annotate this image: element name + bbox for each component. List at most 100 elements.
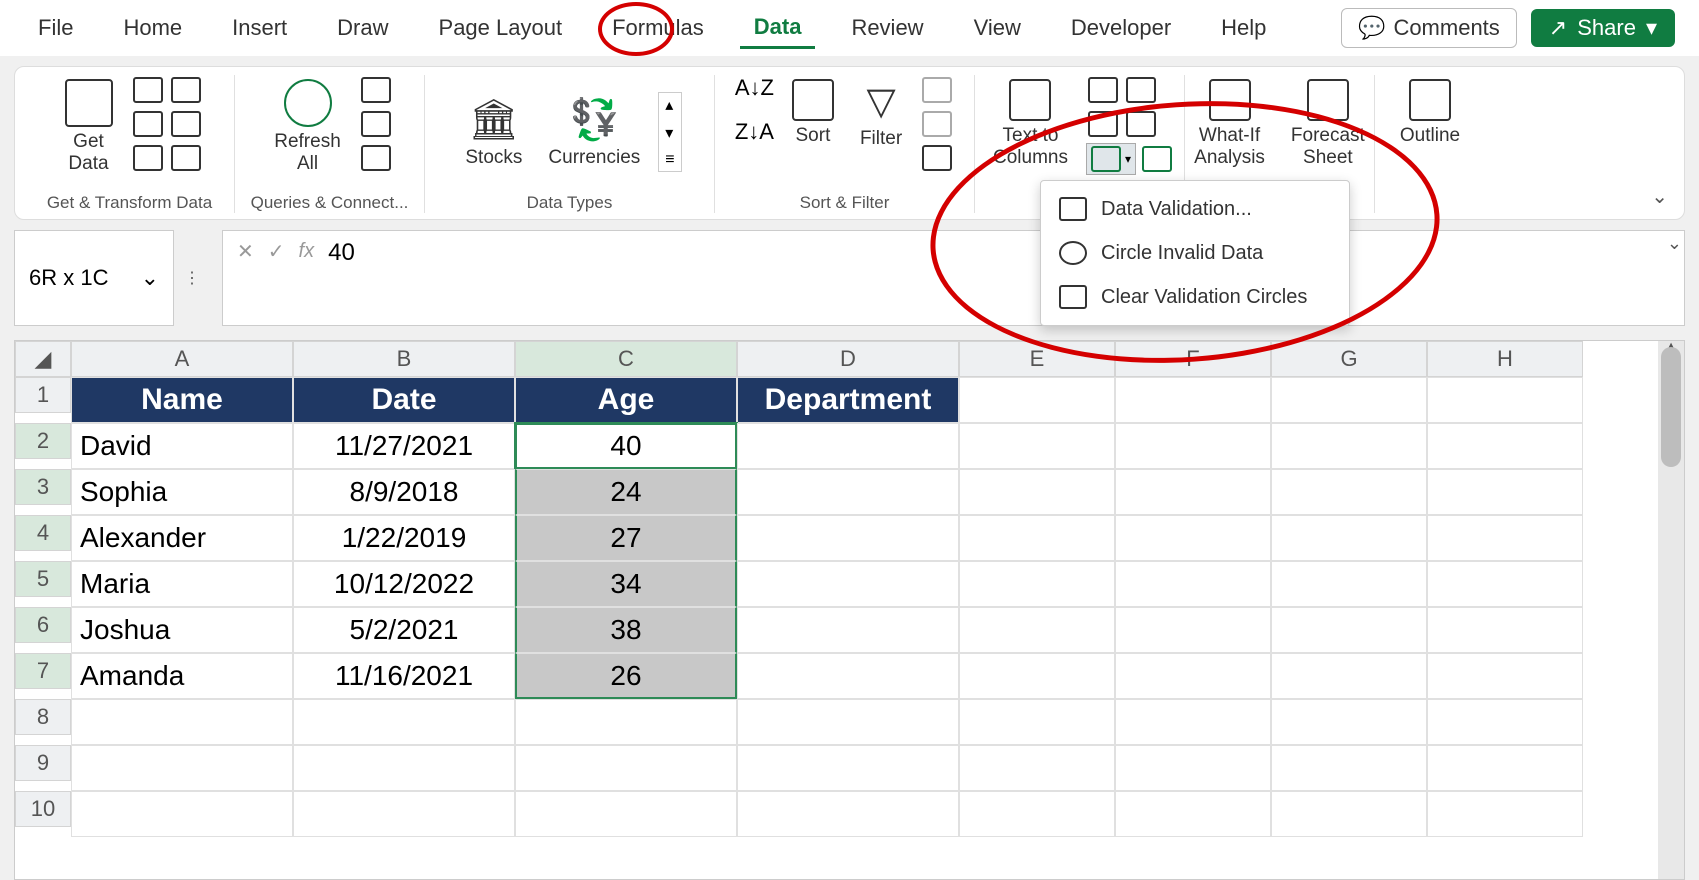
clear-filter-icon[interactable] [922, 77, 952, 103]
cell-A5[interactable]: Maria [71, 561, 293, 607]
col-E[interactable]: E [959, 341, 1115, 377]
cell-B8[interactable] [293, 699, 515, 745]
cell-A1[interactable]: Name [71, 377, 293, 423]
comments-button[interactable]: 💬 Comments [1341, 8, 1517, 48]
sort-button[interactable]: Sort [784, 75, 842, 151]
gallery-up-icon[interactable]: ▴ [659, 93, 680, 117]
what-if-button[interactable]: What-If Analysis [1186, 75, 1273, 173]
row-7[interactable]: 7 [15, 653, 71, 689]
cell-D7[interactable] [737, 653, 959, 699]
filter-button[interactable]: ▽ Filter [852, 75, 910, 154]
cell-G3[interactable] [1271, 469, 1427, 515]
cell-A4[interactable]: Alexander [71, 515, 293, 561]
properties-icon[interactable] [361, 111, 391, 137]
cell-H2[interactable] [1427, 423, 1583, 469]
menu-item-circle-invalid[interactable]: Circle Invalid Data [1041, 231, 1349, 275]
cell-F6[interactable] [1115, 607, 1271, 653]
tab-formulas[interactable]: Formulas [598, 9, 718, 47]
menu-item-clear-circles[interactable]: Clear Validation Circles [1041, 275, 1349, 319]
cell-F9[interactable] [1115, 745, 1271, 791]
row-10[interactable]: 10 [15, 791, 71, 827]
from-table-icon[interactable] [133, 111, 163, 137]
cell-A10[interactable] [71, 791, 293, 837]
cell-G9[interactable] [1271, 745, 1427, 791]
cell-C9[interactable] [515, 745, 737, 791]
cell-F4[interactable] [1115, 515, 1271, 561]
expand-formula-icon[interactable]: ⌄ [1663, 229, 1686, 258]
data-validation-button[interactable]: ▾ [1086, 143, 1136, 175]
cell-D2[interactable] [737, 423, 959, 469]
cell-G6[interactable] [1271, 607, 1427, 653]
cell-H7[interactable] [1427, 653, 1583, 699]
vertical-scrollbar[interactable]: ▲ [1658, 341, 1684, 879]
cell-D8[interactable] [737, 699, 959, 745]
cell-G1[interactable] [1271, 377, 1427, 423]
collapse-ribbon-icon[interactable]: ⌄ [1651, 184, 1668, 209]
col-G[interactable]: G [1271, 341, 1427, 377]
cell-F7[interactable] [1115, 653, 1271, 699]
tab-page-layout[interactable]: Page Layout [425, 9, 577, 47]
cell-H5[interactable] [1427, 561, 1583, 607]
row-6[interactable]: 6 [15, 607, 71, 643]
cell-A8[interactable] [71, 699, 293, 745]
cancel-icon[interactable]: ✕ [237, 239, 254, 264]
cell-A6[interactable]: Joshua [71, 607, 293, 653]
gallery-more-icon[interactable]: ≡ [659, 149, 680, 171]
cell-C8[interactable] [515, 699, 737, 745]
reapply-icon[interactable] [922, 111, 952, 137]
cell-G2[interactable] [1271, 423, 1427, 469]
row-5[interactable]: 5 [15, 561, 71, 597]
col-F[interactable]: F [1115, 341, 1271, 377]
remove-duplicates-icon[interactable] [1126, 77, 1156, 103]
cell-B3[interactable]: 8/9/2018 [293, 469, 515, 515]
col-D[interactable]: D [737, 341, 959, 377]
from-picture-icon[interactable] [171, 145, 201, 171]
cell-F1[interactable] [1115, 377, 1271, 423]
cell-G4[interactable] [1271, 515, 1427, 561]
col-H[interactable]: H [1427, 341, 1583, 377]
formula-bar[interactable]: ✕ ✓ fx 40 ⌄ [222, 230, 1685, 326]
cell-E1[interactable] [959, 377, 1115, 423]
cell-E10[interactable] [959, 791, 1115, 837]
fx-icon[interactable]: fx [299, 240, 315, 263]
sort-desc-icon[interactable]: Z↓A [735, 119, 774, 145]
cell-F5[interactable] [1115, 561, 1271, 607]
cell-C4[interactable]: 27 [515, 515, 737, 561]
enter-icon[interactable]: ✓ [268, 239, 285, 264]
from-web-icon[interactable] [171, 77, 201, 103]
scrollbar-thumb[interactable] [1661, 347, 1681, 467]
recent-sources-icon[interactable] [171, 111, 201, 137]
cell-A9[interactable] [71, 745, 293, 791]
cell-C3[interactable]: 24 [515, 469, 737, 515]
cell-G5[interactable] [1271, 561, 1427, 607]
tab-home[interactable]: Home [109, 9, 196, 47]
row-3[interactable]: 3 [15, 469, 71, 505]
data-model-icon[interactable] [1142, 146, 1172, 172]
cell-H3[interactable] [1427, 469, 1583, 515]
cell-H8[interactable] [1427, 699, 1583, 745]
col-A[interactable]: A [71, 341, 293, 377]
queries-connections-icon[interactable] [361, 77, 391, 103]
cell-D10[interactable] [737, 791, 959, 837]
row-8[interactable]: 8 [15, 699, 71, 735]
cell-B7[interactable]: 11/16/2021 [293, 653, 515, 699]
from-text-icon[interactable] [133, 77, 163, 103]
col-C[interactable]: C [515, 341, 737, 377]
row-2[interactable]: 2 [15, 423, 71, 459]
tab-help[interactable]: Help [1207, 9, 1280, 47]
row-4[interactable]: 4 [15, 515, 71, 551]
cell-B6[interactable]: 5/2/2021 [293, 607, 515, 653]
cell-B5[interactable]: 10/12/2022 [293, 561, 515, 607]
cell-B10[interactable] [293, 791, 515, 837]
gallery-down-icon[interactable]: ▾ [659, 121, 680, 145]
tab-data[interactable]: Data [740, 8, 816, 49]
cell-C10[interactable] [515, 791, 737, 837]
tab-file[interactable]: File [24, 9, 87, 47]
cell-C1[interactable]: Age [515, 377, 737, 423]
cell-C7[interactable]: 26 [515, 653, 737, 699]
cell-H10[interactable] [1427, 791, 1583, 837]
cell-D6[interactable] [737, 607, 959, 653]
select-all-corner[interactable]: ◢ [15, 341, 71, 377]
grid[interactable]: ◢ A B C D E F G H 1 Name Date Age Depart… [15, 341, 1684, 837]
name-box[interactable]: 6R x 1C ⌄ [14, 230, 174, 326]
